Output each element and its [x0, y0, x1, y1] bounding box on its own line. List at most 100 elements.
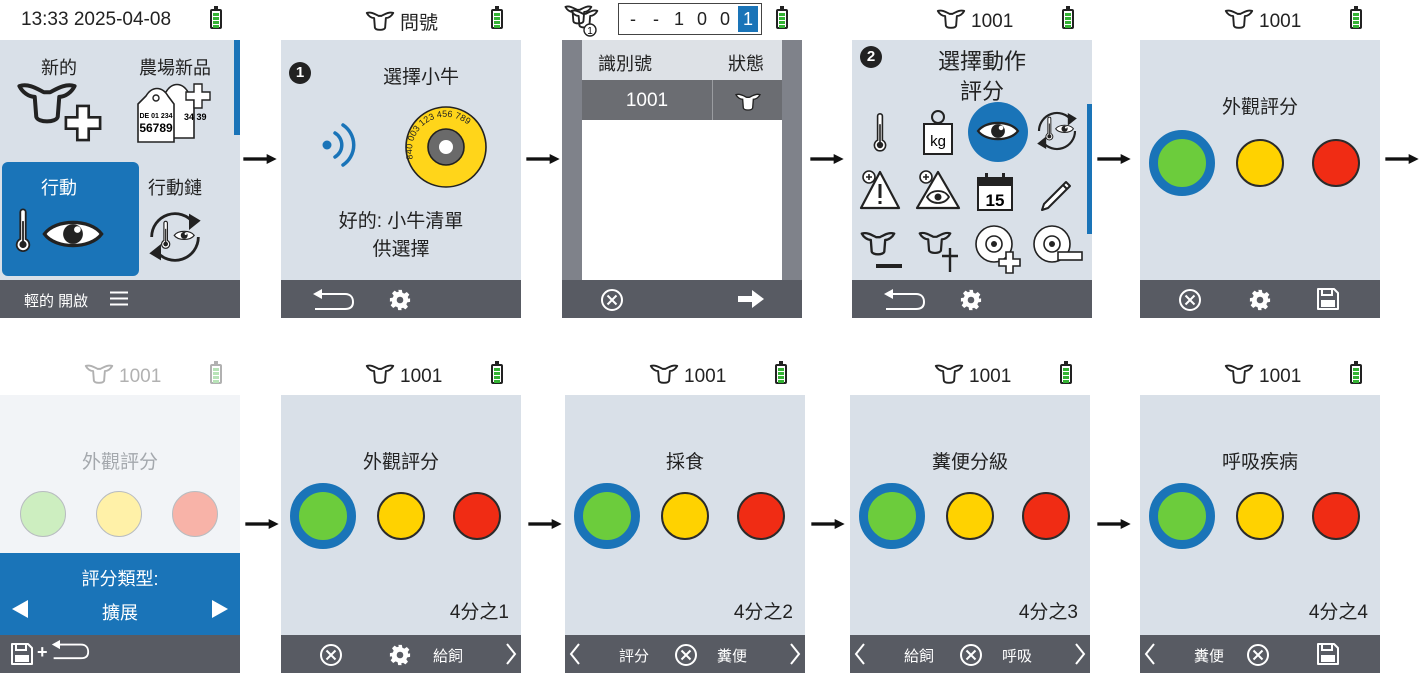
weight-icon[interactable]: kg: [918, 108, 958, 158]
cycle-score-icon[interactable]: [1030, 104, 1084, 158]
battery-icon: [1350, 361, 1362, 384]
status-bar: 1 - - 1 0 0 1: [562, 0, 802, 40]
score-red-button[interactable]: [1022, 492, 1070, 540]
remove-tag-icon[interactable]: [1030, 222, 1086, 272]
score-yellow-button[interactable]: [661, 492, 709, 540]
battery-icon: [491, 361, 503, 384]
tile-new-animal[interactable]: 新的: [2, 40, 116, 160]
next-label[interactable]: 給飼: [433, 645, 463, 666]
id-list-screen: 1 - - 1 0 0 1 識別號 狀態 1001: [562, 0, 802, 318]
score-green-button[interactable]: [1149, 483, 1215, 549]
bottom-bar: 評分 糞便: [565, 635, 805, 673]
score-green-button[interactable]: [859, 483, 925, 549]
score-red-button: [172, 491, 218, 537]
ear-tag-button-icon: 840 003 123 456 789: [404, 106, 487, 188]
battery-icon: [210, 361, 222, 384]
chevron-right-icon[interactable]: [505, 642, 517, 666]
chevron-right-icon[interactable]: [789, 642, 801, 666]
tile-action-chain[interactable]: 行動鏈: [118, 162, 232, 276]
next-option-icon[interactable]: [212, 600, 228, 618]
tag-side: 34 39: [184, 112, 207, 122]
battery-icon: [1350, 6, 1362, 29]
ear-tag-icon: DE 01 234 56789 34 39: [137, 83, 211, 143]
flow-arrow: [523, 154, 563, 164]
chevron-left-icon[interactable]: [1144, 642, 1156, 666]
menu-icon[interactable]: [110, 291, 128, 306]
bottom-bar: 給飼 呼吸: [850, 635, 1090, 673]
score-yellow-button[interactable]: [377, 492, 425, 540]
subheading: 評分: [959, 79, 1004, 104]
score-green-button[interactable]: [574, 483, 640, 549]
score-red-button[interactable]: [1312, 492, 1360, 540]
save-icon[interactable]: [1316, 642, 1340, 666]
alert-observe-icon[interactable]: [914, 168, 962, 212]
score-green-button[interactable]: [290, 483, 356, 549]
herd-icon: 1: [564, 5, 599, 37]
gear-icon[interactable]: [389, 644, 411, 666]
status-bar: 1001: [281, 355, 521, 395]
table-row[interactable]: 1001: [582, 80, 782, 120]
pencil-icon[interactable]: [1036, 172, 1076, 212]
cow-icon: [363, 10, 397, 32]
score-red-button[interactable]: [737, 492, 785, 540]
popup-value[interactable]: 擴展: [0, 599, 240, 625]
save-icon[interactable]: [1316, 287, 1340, 311]
score-action-button[interactable]: [968, 102, 1028, 162]
score-yellow-button[interactable]: [1236, 492, 1284, 540]
score-yellow-button[interactable]: [946, 492, 994, 540]
bottom-bar: [1140, 280, 1380, 318]
id-input[interactable]: - - 1 0 0 1: [618, 3, 762, 35]
cancel-icon[interactable]: [1178, 288, 1202, 312]
chevron-left-icon[interactable]: [854, 642, 866, 666]
tile-farm-new[interactable]: 農場新品 DE 01 234 56789 34 39: [118, 40, 232, 160]
scrollbar[interactable]: [1087, 104, 1092, 234]
gear-icon[interactable]: [389, 289, 411, 311]
calendar-icon[interactable]: 15: [976, 172, 1014, 212]
remove-animal-icon[interactable]: [860, 230, 906, 272]
gear-icon[interactable]: [1249, 289, 1271, 311]
herd-count: 1: [587, 26, 593, 37]
message-line: 好的: 小牛清單: [338, 211, 464, 232]
cancel-icon[interactable]: [959, 643, 983, 667]
cow-id: 1001: [1222, 8, 1301, 33]
cow-id-text: 1001: [971, 11, 1014, 32]
next-arrow-icon[interactable]: [738, 290, 764, 308]
save-icon[interactable]: [10, 642, 34, 666]
popup-title: 評分類型:: [81, 569, 159, 589]
score-green-button[interactable]: [1149, 130, 1215, 196]
tile-label: 行動鏈: [148, 178, 202, 198]
chevron-left-icon[interactable]: [569, 642, 581, 666]
score-yellow-button[interactable]: [1236, 139, 1284, 187]
cancel-icon[interactable]: [600, 288, 624, 312]
chevron-right-icon[interactable]: [1074, 642, 1086, 666]
step-counter: 4分之2: [733, 602, 793, 623]
cancel-icon[interactable]: [1246, 643, 1270, 667]
cancel-icon[interactable]: [674, 643, 698, 667]
cancel-icon[interactable]: [319, 643, 343, 667]
alert-icon[interactable]: [858, 168, 902, 212]
status-bar: 1001: [1140, 355, 1380, 395]
scrollbar[interactable]: [234, 40, 240, 135]
gear-icon[interactable]: [960, 289, 982, 311]
heading: 選擇小牛: [382, 67, 459, 88]
dead-animal-icon[interactable]: [918, 230, 964, 274]
column-id: 識別號: [598, 54, 652, 74]
prev-label[interactable]: 評分: [619, 645, 649, 666]
next-label[interactable]: 糞便: [717, 645, 747, 666]
digit: 1: [673, 9, 684, 29]
prev-label[interactable]: 給飼: [904, 645, 934, 666]
back-arrow-icon[interactable]: [311, 288, 355, 312]
step-counter: 4分之1: [449, 602, 509, 623]
back-arrow-icon[interactable]: [882, 288, 926, 312]
next-label[interactable]: 呼吸: [1002, 645, 1032, 666]
add-tag-icon[interactable]: [972, 222, 1024, 276]
score-red-button[interactable]: [453, 492, 501, 540]
back-arrow-icon[interactable]: [50, 639, 90, 661]
prev-label[interactable]: 糞便: [1194, 645, 1224, 666]
heading: 選擇動作: [937, 49, 1026, 74]
thermometer-icon[interactable]: [872, 110, 888, 156]
bottom-bar: 糞便: [1140, 635, 1380, 673]
score-title: 外觀評分: [362, 452, 439, 473]
score-green-button: [20, 491, 66, 537]
score-red-button[interactable]: [1312, 139, 1360, 187]
